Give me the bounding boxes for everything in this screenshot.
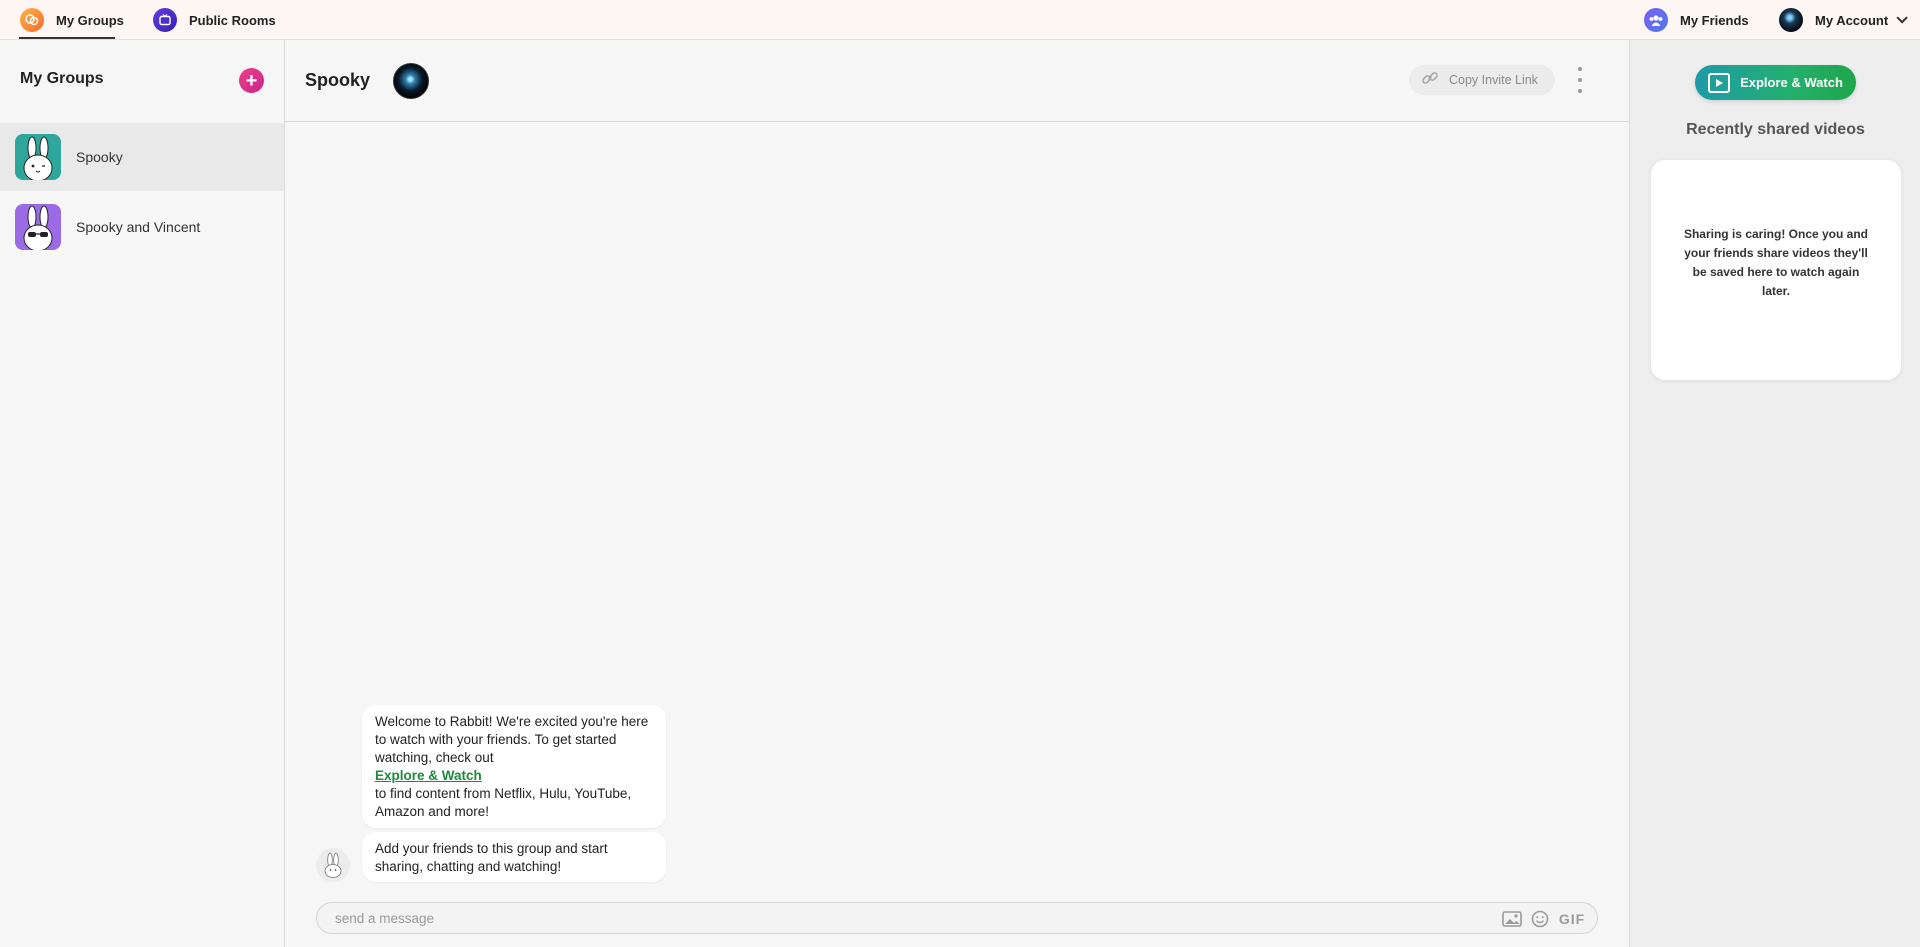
chat-title: Spooky [305, 70, 371, 90]
chat-header: Spooky Copy Invite Link [285, 40, 1629, 122]
empty-state-text: Sharing is caring! Once you and your fri… [1683, 227, 1869, 298]
welcome-message: Welcome to Rabbit! We're excited you're … [362, 705, 666, 828]
emoji-icon[interactable] [1531, 910, 1549, 928]
nav-my-friends-label: My Friends [1680, 12, 1749, 28]
group-item-label: Spooky and Vincent [76, 219, 201, 235]
nav-public-rooms-label: Public Rooms [189, 12, 276, 28]
account-avatar [1779, 8, 1803, 32]
recently-shared-title: Recently shared videos [1686, 121, 1865, 138]
recently-shared-card: Sharing is caring! Once you and your fri… [1651, 160, 1901, 380]
nav-my-friends[interactable]: My Friends [1644, 0, 1749, 40]
group-member-avatar[interactable] [393, 63, 429, 99]
gif-button[interactable]: GIF [1555, 910, 1589, 928]
tv-icon [153, 8, 177, 32]
nav-my-account-label: My Account [1815, 12, 1889, 28]
message-input[interactable] [335, 903, 1435, 933]
chevron-down-icon [1896, 12, 1908, 24]
image-icon[interactable] [1502, 910, 1522, 928]
add-friends-message: Add your friends to this group and start… [362, 832, 666, 882]
plus-icon: + [245, 69, 258, 92]
welcome-intro-text: Welcome to Rabbit! We're excited you're … [375, 714, 649, 765]
top-nav: My Groups Public Rooms My Friends My Acc… [0, 0, 1920, 40]
copy-invite-link-label: Copy Invite Link [1449, 73, 1538, 87]
welcome-outro-text: to find content from Netflix, Hulu, YouT… [375, 786, 632, 819]
nav-my-groups-label: My Groups [56, 12, 124, 28]
friends-icon [1644, 8, 1668, 32]
right-panel: Explore & Watch Recently shared videos S… [1629, 40, 1920, 947]
add-group-button[interactable]: + [239, 68, 264, 93]
nav-my-account[interactable]: My Account [1779, 0, 1908, 40]
message-composer: GIF [316, 902, 1598, 934]
explore-watch-button[interactable]: Explore & Watch [1695, 65, 1856, 100]
rabbit-avatar-icon [15, 134, 61, 180]
rabbit-bot-avatar-icon [316, 848, 350, 882]
explore-watch-link[interactable]: Explore & Watch [375, 768, 482, 783]
active-tab-underline [19, 37, 115, 39]
rabbit-sunglasses-avatar-icon [15, 204, 61, 250]
groups-sidebar: My Groups + Spooky Spooky and Vincent [0, 40, 285, 947]
nav-public-rooms[interactable]: Public Rooms [153, 0, 276, 40]
copy-invite-link-button[interactable]: Copy Invite Link [1409, 65, 1555, 95]
nav-my-groups[interactable]: My Groups [20, 0, 124, 40]
film-play-icon [1708, 72, 1731, 93]
group-item-label: Spooky [76, 149, 123, 165]
explore-watch-label: Explore & Watch [1740, 75, 1843, 90]
group-item-spooky-and-vincent[interactable]: Spooky and Vincent [0, 193, 284, 261]
group-item-spooky[interactable]: Spooky [0, 123, 284, 191]
chat-bubbles-icon [20, 8, 44, 32]
sidebar-title: My Groups [20, 70, 104, 87]
add-friends-text: Add your friends to this group and start… [375, 841, 608, 874]
link-icon [1421, 69, 1439, 92]
more-options-icon[interactable] [1575, 67, 1585, 93]
